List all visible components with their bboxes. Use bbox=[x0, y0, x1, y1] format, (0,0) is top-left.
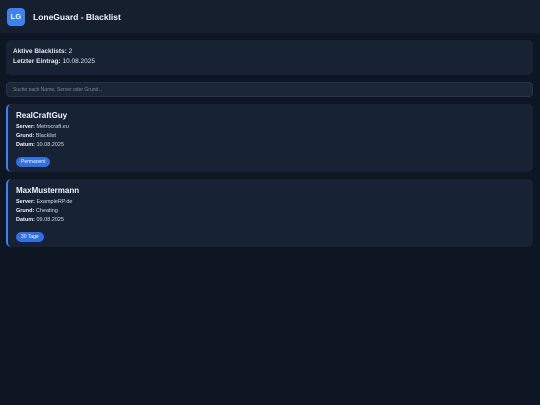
entry-reason-value: Blacklist bbox=[35, 133, 57, 139]
entry-date-row: Datum: 09.08.2025 bbox=[16, 216, 525, 225]
entry-reason-label: Grund: bbox=[16, 133, 35, 139]
entry-server-label: Server: bbox=[16, 124, 35, 130]
entry-reason-value: Cheating bbox=[35, 208, 58, 214]
stat-last-value: 10.08.2025 bbox=[62, 58, 96, 65]
entry-date-label: Datum: bbox=[16, 142, 35, 148]
stat-last-entry: Letzter Eintrag: 10.08.2025 bbox=[13, 57, 526, 67]
stat-last-label: Letzter Eintrag: bbox=[13, 58, 61, 65]
page-title: LoneGuard - Blacklist bbox=[33, 11, 121, 22]
stat-active-value: 2 bbox=[68, 48, 73, 55]
stat-active-blacklists: Aktive Blacklists: 2 bbox=[13, 47, 526, 57]
duration-badge: 30 Tage bbox=[16, 232, 44, 242]
stat-active-label: Aktive Blacklists: bbox=[13, 48, 67, 55]
blacklist-entry-card: MaxMustermann Server: ExampleRP.de Grund… bbox=[6, 179, 533, 247]
duration-badge: Permanent bbox=[16, 157, 51, 167]
entry-date-value: 10.08.2025 bbox=[36, 142, 65, 148]
app-header: LG LoneGuard - Blacklist bbox=[0, 0, 540, 33]
entry-date-label: Datum: bbox=[16, 217, 35, 223]
stats-panel: Aktive Blacklists: 2 Letzter Eintrag: 10… bbox=[6, 40, 533, 75]
app-logo: LG bbox=[7, 7, 25, 26]
entry-server-value: ExampleRP.de bbox=[36, 199, 73, 205]
entry-server-label: Server: bbox=[16, 199, 35, 205]
entry-date-value: 09.08.2025 bbox=[36, 217, 65, 223]
entry-server-value: Metrocraft.eu bbox=[36, 124, 69, 130]
entry-reason-row: Grund: Blacklist bbox=[16, 132, 525, 141]
search-input[interactable] bbox=[6, 82, 533, 97]
entry-server-row: Server: Metrocraft.eu bbox=[16, 123, 525, 132]
entry-server-row: Server: ExampleRP.de bbox=[16, 198, 525, 207]
entry-name: MaxMustermann bbox=[16, 186, 80, 195]
entry-name: RealCraftGuy bbox=[16, 111, 68, 120]
entry-reason-row: Grund: Cheating bbox=[16, 207, 525, 216]
entry-date-row: Datum: 10.08.2025 bbox=[16, 141, 525, 150]
blacklist-entry-card: RealCraftGuy Server: Metrocraft.eu Grund… bbox=[6, 104, 533, 172]
entry-reason-label: Grund: bbox=[16, 208, 35, 214]
